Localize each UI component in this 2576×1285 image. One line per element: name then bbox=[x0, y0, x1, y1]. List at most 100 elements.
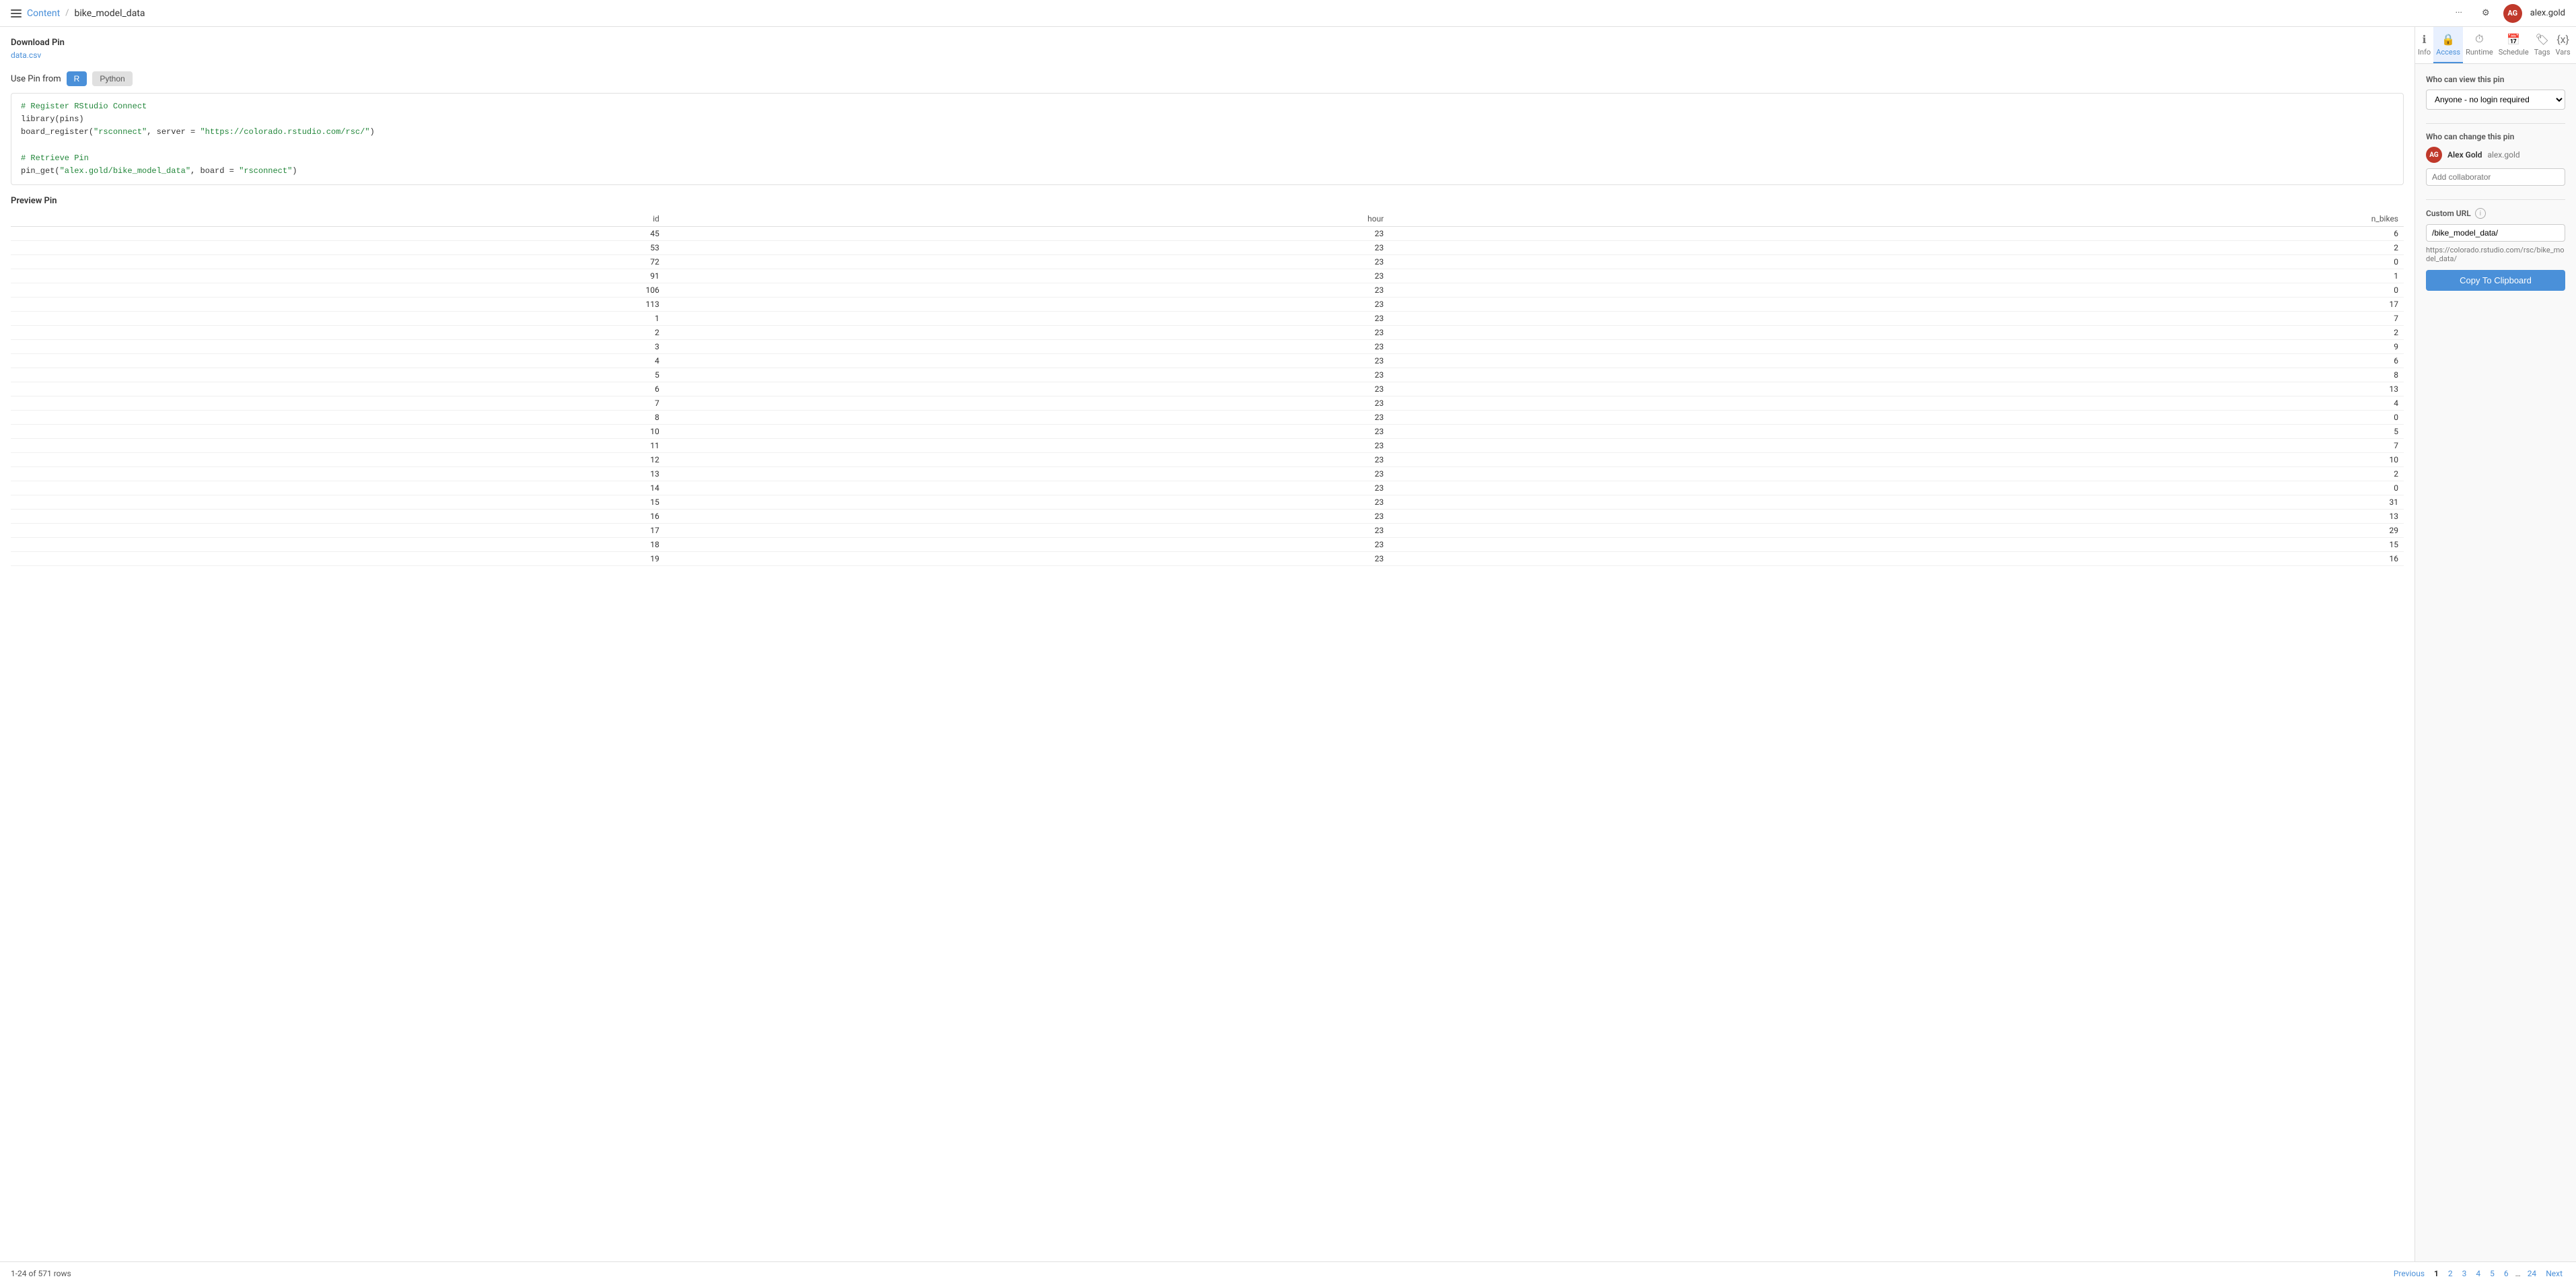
previous-page-button[interactable]: Previous bbox=[2391, 1267, 2427, 1280]
table-cell: 10 bbox=[11, 425, 665, 439]
page-5-button[interactable]: 5 bbox=[2487, 1267, 2497, 1280]
code-line-5: pin_get("alex.gold/bike_model_data", boa… bbox=[21, 165, 2394, 178]
table-cell: 72 bbox=[11, 255, 665, 269]
table-cell: 0 bbox=[1389, 255, 2404, 269]
table-row: 45236 bbox=[11, 227, 2404, 241]
user-name[interactable]: alex.gold bbox=[2530, 8, 2565, 18]
table-cell: 23 bbox=[665, 467, 1390, 481]
table-cell: 6 bbox=[1389, 227, 2404, 241]
table-cell: 1 bbox=[1389, 269, 2404, 283]
code-block: # Register RStudio Connect library(pins)… bbox=[11, 93, 2404, 185]
breadcrumb-separator: / bbox=[65, 8, 69, 18]
content-link[interactable]: Content bbox=[27, 8, 60, 19]
custom-url-section: Custom URL i https://colorado.rstudio.co… bbox=[2426, 208, 2565, 291]
page-3-button[interactable]: 3 bbox=[2460, 1267, 2470, 1280]
table-cell: 5 bbox=[1389, 425, 2404, 439]
table-cell: 23 bbox=[665, 269, 1390, 283]
table-cell: 23 bbox=[665, 495, 1390, 510]
table-cell: 0 bbox=[1389, 481, 2404, 495]
collaborator-name: Alex Gold bbox=[2447, 150, 2482, 160]
table-cell: 15 bbox=[1389, 538, 2404, 552]
page-6-button[interactable]: 6 bbox=[2501, 1267, 2511, 1280]
table-cell: 23 bbox=[665, 510, 1390, 524]
gear-icon: ⚙ bbox=[2482, 8, 2490, 18]
table-header-row: id hour n_bikes bbox=[11, 211, 2404, 227]
table-cell: 23 bbox=[665, 368, 1390, 382]
table-cell: 2 bbox=[1389, 326, 2404, 340]
sidebar-tabs: ℹ Info 🔒 Access ⏱ Runtime 📅 Schedule 🏷 T… bbox=[2415, 27, 2576, 64]
page-24-button[interactable]: 24 bbox=[2525, 1267, 2540, 1280]
custom-url-input[interactable] bbox=[2426, 224, 2565, 242]
table-cell: 13 bbox=[1389, 510, 2404, 524]
tab-runtime[interactable]: ⏱ Runtime bbox=[2463, 27, 2496, 63]
python-language-button[interactable]: Python bbox=[92, 71, 132, 86]
code-line-3: board_register("rsconnect", server = "ht… bbox=[21, 126, 2394, 139]
info-icon-button[interactable]: i bbox=[2475, 208, 2486, 219]
pagination-summary: 1-24 of 571 rows bbox=[11, 1269, 71, 1278]
table-row: 8230 bbox=[11, 411, 2404, 425]
table-row: 182315 bbox=[11, 538, 2404, 552]
content-area: Download Pin data.csv Use Pin from R Pyt… bbox=[0, 27, 2414, 1261]
table-cell: 23 bbox=[665, 227, 1390, 241]
table-cell: 23 bbox=[665, 439, 1390, 453]
table-cell: 113 bbox=[11, 298, 665, 312]
table-row: 172329 bbox=[11, 524, 2404, 538]
preview-pin-section: Preview Pin id hour n_bikes 452365323272… bbox=[11, 196, 2404, 566]
more-options-button[interactable]: ··· bbox=[2449, 4, 2468, 23]
table-cell: 23 bbox=[665, 255, 1390, 269]
table-cell: 3 bbox=[11, 340, 665, 354]
table-cell: 18 bbox=[11, 538, 665, 552]
url-preview: https://colorado.rstudio.com/rsc/bike_mo… bbox=[2426, 246, 2565, 263]
runtime-icon: ⏱ bbox=[2475, 32, 2483, 46]
table-row: 5238 bbox=[11, 368, 2404, 382]
table-cell: 23 bbox=[665, 425, 1390, 439]
table-cell: 2 bbox=[1389, 467, 2404, 481]
next-page-button[interactable]: Next bbox=[2543, 1267, 2565, 1280]
table-cell: 10 bbox=[1389, 453, 2404, 467]
tab-info-label: Info bbox=[2418, 48, 2431, 57]
tab-schedule[interactable]: 📅 Schedule bbox=[2496, 27, 2532, 63]
download-link[interactable]: data.csv bbox=[11, 50, 41, 60]
menu-icon[interactable] bbox=[11, 9, 22, 18]
table-cell: 15 bbox=[11, 495, 665, 510]
table-cell: 17 bbox=[11, 524, 665, 538]
tab-tags[interactable]: 🏷 Tags bbox=[2532, 27, 2553, 63]
r-language-button[interactable]: R bbox=[67, 71, 87, 86]
page-2-button[interactable]: 2 bbox=[2445, 1267, 2456, 1280]
copy-to-clipboard-button[interactable]: Copy To Clipboard bbox=[2426, 270, 2565, 291]
use-pin-header: Use Pin from R Python bbox=[11, 71, 2404, 86]
table-row: 14230 bbox=[11, 481, 2404, 495]
tab-info[interactable]: ℹ Info bbox=[2415, 27, 2433, 63]
table-cell: 23 bbox=[665, 283, 1390, 298]
use-pin-section: Use Pin from R Python # Register RStudio… bbox=[11, 71, 2404, 185]
table-cell: 53 bbox=[11, 241, 665, 255]
table-cell: 12 bbox=[11, 453, 665, 467]
page-4-button[interactable]: 4 bbox=[2473, 1267, 2483, 1280]
lock-icon: 🔒 bbox=[2441, 33, 2455, 46]
avatar[interactable]: AG bbox=[2503, 4, 2522, 23]
tab-logs[interactable]: ≡ Logs bbox=[2573, 27, 2576, 63]
more-icon: ··· bbox=[2456, 8, 2462, 18]
who-can-view-title: Who can view this pin bbox=[2426, 75, 2565, 84]
code-line-blank bbox=[21, 139, 2394, 152]
table-cell: 6 bbox=[1389, 354, 2404, 368]
add-collaborator-input[interactable] bbox=[2426, 168, 2565, 186]
table-body: 4523653232722309123110623011323171237223… bbox=[11, 227, 2404, 566]
table-row: 10235 bbox=[11, 425, 2404, 439]
table-cell: 23 bbox=[665, 241, 1390, 255]
tab-access[interactable]: 🔒 Access bbox=[2433, 27, 2463, 63]
table-cell: 23 bbox=[665, 411, 1390, 425]
col-header-hour: hour bbox=[665, 211, 1390, 227]
table-cell: 23 bbox=[665, 354, 1390, 368]
download-pin-section: Download Pin data.csv bbox=[11, 38, 2404, 61]
table-cell: 0 bbox=[1389, 283, 2404, 298]
settings-button[interactable]: ⚙ bbox=[2476, 4, 2495, 23]
table-cell: 4 bbox=[1389, 396, 2404, 411]
table-cell: 91 bbox=[11, 269, 665, 283]
table-cell: 23 bbox=[665, 552, 1390, 566]
table-cell: 13 bbox=[11, 467, 665, 481]
who-can-view-dropdown[interactable]: Anyone - no login required All users Spe… bbox=[2426, 90, 2565, 110]
table-cell: 29 bbox=[1389, 524, 2404, 538]
tab-vars[interactable]: {x} Vars bbox=[2553, 27, 2573, 63]
page-1-button[interactable]: 1 bbox=[2431, 1267, 2441, 1280]
